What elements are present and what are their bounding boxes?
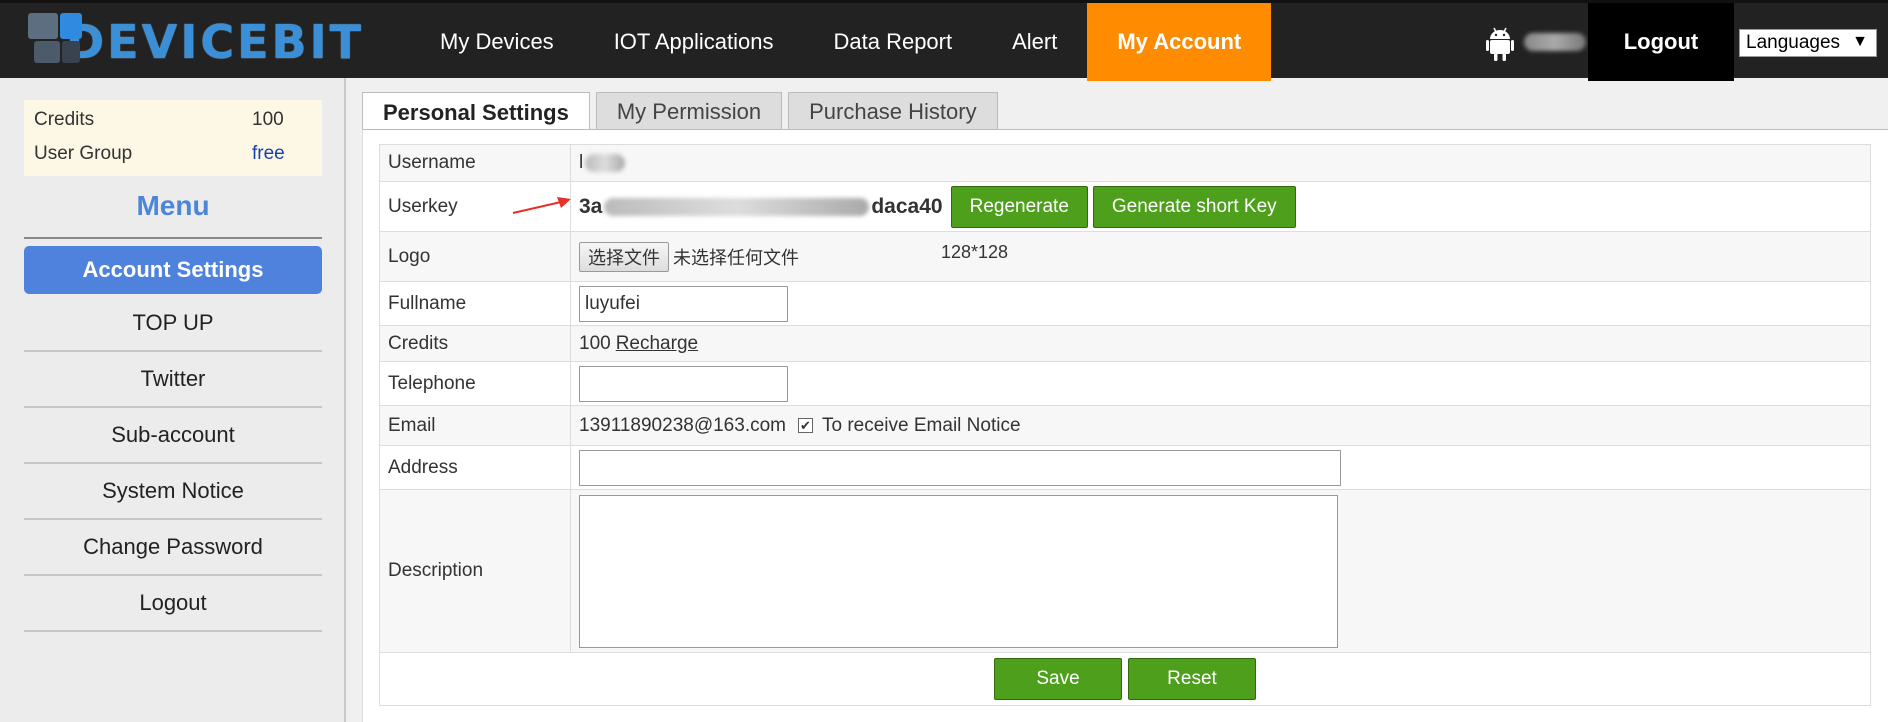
file-status: 未选择任何文件	[673, 247, 799, 268]
choose-file-button[interactable]: 选择文件	[579, 241, 669, 272]
userkey-value-end: daca40	[871, 194, 943, 218]
fullname-label: Fullname	[380, 282, 571, 325]
logo-value-cell: 选择文件 未选择任何文件 128*128	[571, 232, 1870, 281]
address-input[interactable]	[579, 449, 1341, 486]
address-value-cell	[571, 446, 1870, 489]
logo-size-hint: 128*128	[941, 242, 1009, 262]
telephone-input[interactable]	[579, 365, 788, 402]
username-value-cell: l	[571, 145, 1870, 181]
email-value-cell: 13911890238@163.com ✔ To receive Email N…	[571, 406, 1870, 445]
sidebar-item-logout[interactable]: Logout	[24, 576, 322, 632]
fullname-row: Fullname luyufei	[380, 282, 1870, 326]
sidebar-item-system-notice[interactable]: System Notice	[24, 464, 322, 520]
description-row: Description	[380, 490, 1870, 653]
personal-settings-form: Username l Userkey 3a daca40 Regenerate	[379, 144, 1871, 706]
username-row: Username l	[380, 145, 1870, 182]
red-arrow-annotation	[512, 197, 571, 214]
credits-label: Credits	[380, 326, 571, 361]
fullname-value-cell: luyufei	[571, 282, 1870, 325]
logo-row: Logo 选择文件 未选择任何文件 128*128	[380, 232, 1870, 282]
telephone-value-cell	[571, 362, 1870, 405]
sidebar-item-change-password[interactable]: Change Password	[24, 520, 322, 576]
nav-alert[interactable]: Alert	[982, 3, 1087, 81]
credits-value: 100	[579, 332, 611, 354]
top-navigation-bar: DEVICEBIT My Devices IOT Applications Da…	[0, 0, 1888, 81]
tab-purchase-history[interactable]: Purchase History	[788, 92, 998, 130]
description-textarea[interactable]	[579, 494, 1338, 648]
address-label: Address	[380, 446, 571, 489]
regenerate-button[interactable]: Regenerate	[950, 185, 1088, 228]
main-content: Personal Settings My Permission Purchase…	[362, 92, 1888, 722]
chevron-down-icon: ▼	[1852, 33, 1868, 50]
personal-settings-panel: Username l Userkey 3a daca40 Regenerate	[362, 129, 1888, 722]
sidebar-item-account-settings[interactable]: Account Settings	[24, 246, 322, 294]
nav-data-report[interactable]: Data Report	[803, 3, 982, 81]
settings-tabs: Personal Settings My Permission Purchase…	[362, 92, 1004, 132]
sidebar-item-twitter[interactable]: Twitter	[24, 352, 322, 408]
brand-name: DEVICEBIT	[66, 15, 365, 69]
telephone-row: Telephone	[380, 362, 1870, 406]
form-actions: Save Reset	[380, 653, 1870, 705]
menu-title: Menu	[136, 190, 210, 221]
sidebar: Credits 100 User Group free Menu Account…	[0, 78, 346, 722]
telephone-label: Telephone	[380, 362, 571, 405]
android-icon[interactable]	[1486, 25, 1514, 61]
username-redacted	[585, 154, 626, 172]
user-group-label: User Group	[34, 143, 133, 164]
email-label: Email	[380, 406, 571, 445]
nav-my-devices[interactable]: My Devices	[410, 3, 584, 81]
tab-personal-settings[interactable]: Personal Settings	[362, 92, 590, 132]
menu-divider	[24, 237, 322, 239]
recharge-link[interactable]: Recharge	[616, 333, 698, 355]
logout-button[interactable]: Logout	[1588, 3, 1734, 81]
email-value: 13911890238@163.com	[579, 414, 786, 436]
generate-short-key-button[interactable]: Generate short Key	[1092, 185, 1296, 228]
credits-summary: Credits 100	[34, 106, 314, 134]
nav-iot-applications[interactable]: IOT Applications	[584, 3, 804, 81]
logo-label: Logo	[380, 232, 571, 281]
address-row: Address	[380, 446, 1870, 490]
email-notice-label: To receive Email Notice	[822, 414, 1021, 436]
logo-mark-icon	[28, 13, 96, 71]
user-group-value[interactable]: free	[252, 140, 285, 168]
save-button[interactable]: Save	[994, 658, 1122, 700]
description-value-cell	[571, 490, 1870, 652]
tab-my-permission[interactable]: My Permission	[595, 92, 783, 130]
credits-summary-value: 100	[252, 109, 284, 130]
userkey-value-start: 3a	[579, 194, 603, 218]
credits-value-cell: 100 Recharge	[571, 326, 1870, 361]
brand-logo[interactable]: DEVICEBIT	[28, 13, 364, 71]
fullname-input[interactable]: luyufei	[579, 285, 788, 322]
email-notice-checkbox[interactable]: ✔	[798, 418, 813, 433]
email-row: Email 13911890238@163.com ✔ To receive E…	[380, 406, 1870, 446]
language-select-label: Languages	[1746, 32, 1841, 53]
credits-row: Credits 100 Recharge	[380, 326, 1870, 362]
nav-my-account[interactable]: My Account	[1087, 3, 1272, 81]
sidebar-item-sub-account[interactable]: Sub-account	[24, 408, 322, 464]
username-value: l	[579, 152, 584, 173]
sidebar-item-top-up[interactable]: TOP UP	[24, 296, 322, 352]
reset-button[interactable]: Reset	[1128, 658, 1256, 700]
credits-summary-label: Credits	[34, 109, 95, 130]
userkey-row: Userkey 3a daca40 Regenerate Generate sh…	[380, 182, 1870, 232]
account-summary: Credits 100 User Group free	[24, 100, 322, 176]
language-select[interactable]: Languages ▼	[1739, 29, 1877, 57]
userkey-value-cell: 3a daca40 Regenerate Generate short Key	[512, 182, 1870, 231]
main-nav: My Devices IOT Applications Data Report …	[410, 3, 1272, 81]
user-group-summary: User Group free	[34, 140, 314, 168]
description-label: Description	[380, 490, 571, 652]
userkey-redacted	[604, 197, 870, 216]
username-label: Username	[380, 145, 571, 181]
username-redacted	[1524, 33, 1586, 51]
